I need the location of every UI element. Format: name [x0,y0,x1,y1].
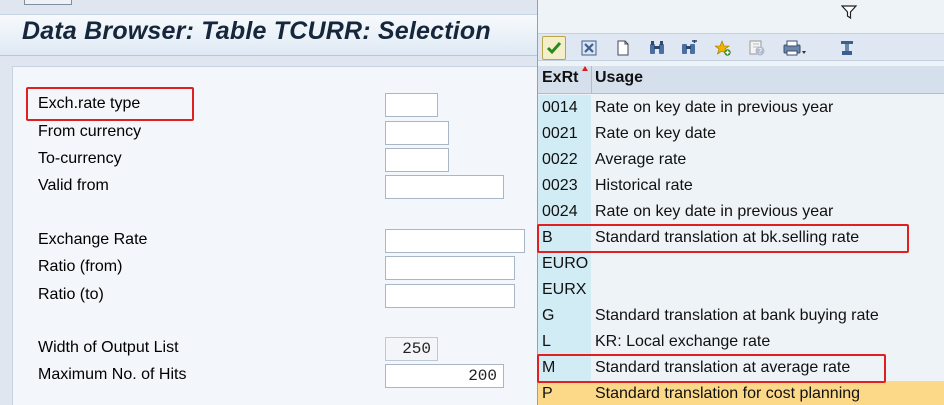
exrt-cell[interactable]: L [538,329,591,355]
window-tab [24,0,72,5]
sort-ascending-icon [582,66,588,71]
find-icon[interactable] [645,36,669,60]
print-icon[interactable] [779,36,811,60]
title-bar: Data Browser: Table TCURR: Selection [0,14,537,56]
add-favorite-icon[interactable] [711,36,735,60]
column-separator [591,66,592,94]
exch-rate-type-input[interactable] [385,93,438,117]
exrt-cell[interactable]: 0023 [538,173,591,199]
filter-icon[interactable] [841,4,857,20]
value-help-header: ExRt Usage [538,66,944,94]
usage-cell[interactable]: Average rate [591,147,944,173]
page-title: Data Browser: Table TCURR: Selection [22,17,491,45]
ratio-from-input[interactable] [385,256,515,280]
output-width-input[interactable]: 250 [385,337,438,361]
usage-cell[interactable]: KR: Local exchange rate [591,329,944,355]
list-item[interactable]: L KR: Local exchange rate [538,329,944,355]
usage-cell[interactable] [591,251,944,277]
exrt-cell[interactable]: 0014 [538,95,591,121]
ratio-to-label: Ratio (to) [38,286,104,303]
row-m-highlight [537,354,886,383]
to-currency-label: To-currency [38,150,122,167]
usage-cell[interactable]: Historical rate [591,173,944,199]
max-hits-input[interactable]: 200 [385,364,504,388]
exrt-cell[interactable]: EURX [538,277,591,303]
svg-text:?: ? [758,47,762,56]
list-item[interactable]: EURO [538,251,944,277]
selection-screen: Data Browser: Table TCURR: Selection Exc… [0,0,537,405]
list-item[interactable]: G Standard translation at bank buying ra… [538,303,944,329]
exchange-rate-label: Exchange Rate [38,231,148,248]
usage-cell[interactable]: Rate on key date in previous year [591,199,944,225]
exchange-rate-input[interactable] [385,229,525,253]
usage-cell[interactable]: Standard translation at bank buying rate [591,303,944,329]
from-currency-label: From currency [38,123,142,140]
list-item[interactable]: EURX [538,277,944,303]
exrt-cell[interactable]: 0022 [538,147,591,173]
exch-rate-type-highlight [26,87,194,121]
column-header-exrt[interactable]: ExRt [542,69,578,87]
list-item[interactable]: 0014 Rate on key date in previous year [538,95,944,121]
new-document-icon[interactable] [611,36,635,60]
valid-from-input[interactable] [385,175,504,199]
cancel-icon[interactable] [577,36,601,60]
max-hits-label: Maximum No. of Hits [38,366,187,383]
help-icon[interactable]: ? [745,36,769,60]
row-b-highlight [537,224,909,253]
exrt-cell[interactable]: EURO [538,251,591,277]
exrt-cell[interactable]: P [538,381,591,405]
exrt-cell[interactable]: 0024 [538,199,591,225]
list-item[interactable]: 0021 Rate on key date [538,121,944,147]
value-help-toolbar: ? [538,33,944,61]
usage-cell[interactable]: Standard translation for cost planning [591,381,944,405]
list-item[interactable]: 0024 Rate on key date in previous year [538,199,944,225]
exrt-cell[interactable]: G [538,303,591,329]
usage-cell[interactable] [591,277,944,303]
to-currency-input[interactable] [385,148,449,172]
continue-icon[interactable] [542,36,566,60]
exrt-cell[interactable]: 0021 [538,121,591,147]
from-currency-input[interactable] [385,121,449,145]
usage-cell[interactable]: Rate on key date [591,121,944,147]
ratio-to-input[interactable] [385,284,515,308]
list-item-selected[interactable]: P Standard translation for cost planning [538,381,944,405]
personalize-icon[interactable] [835,36,859,60]
valid-from-label: Valid from [38,177,109,194]
value-help-popup: ? ExRt Usage 0014 Rate on key date in pr… [537,0,944,405]
list-item[interactable]: 0023 Historical rate [538,173,944,199]
output-width-label: Width of Output List [38,339,179,356]
list-item[interactable]: 0022 Average rate [538,147,944,173]
column-header-usage[interactable]: Usage [595,69,643,87]
usage-cell[interactable]: Rate on key date in previous year [591,95,944,121]
find-next-icon[interactable] [677,36,701,60]
ratio-from-label: Ratio (from) [38,258,123,275]
